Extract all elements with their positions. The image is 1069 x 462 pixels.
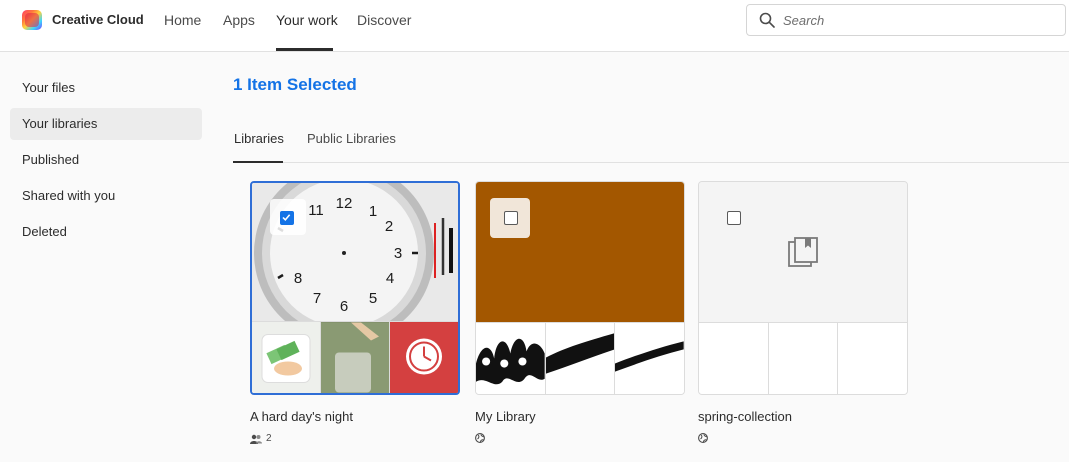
- library-meta: [475, 433, 485, 443]
- library-name[interactable]: My Library: [475, 409, 536, 424]
- sidebar-item-deleted[interactable]: Deleted: [10, 216, 202, 248]
- nav-discover[interactable]: Discover: [357, 12, 411, 28]
- library-name[interactable]: A hard day's night: [250, 409, 353, 424]
- select-checkbox[interactable]: [280, 211, 294, 225]
- library-placeholder: [699, 182, 907, 322]
- sidebar-item-your-files[interactable]: Your files: [10, 72, 202, 104]
- red-clock-icon-image: [390, 322, 458, 393]
- sidebar: Your files Your libraries Published Shar…: [0, 52, 210, 462]
- sidebar-item-published[interactable]: Published: [10, 144, 202, 176]
- ink-splatter-brush: [476, 323, 546, 394]
- people-icon: [250, 434, 262, 444]
- creative-cloud-logo-icon[interactable]: [22, 10, 42, 30]
- library-card-my-library[interactable]: [475, 181, 685, 395]
- nav-your-work[interactable]: Your work: [276, 12, 338, 28]
- nav-home[interactable]: Home: [164, 12, 201, 28]
- library-thumbnails: [476, 322, 684, 394]
- library-name[interactable]: spring-collection: [698, 409, 792, 424]
- globe-icon: [475, 433, 485, 443]
- svg-text:5: 5: [369, 290, 377, 307]
- tab-public-libraries[interactable]: Public Libraries: [307, 131, 396, 146]
- empty-thumbnail: [768, 323, 839, 394]
- library-card-hard-days-night[interactable]: 12 1 2 3 4 5 6 7 8 11: [250, 181, 460, 395]
- checkmark-icon: [282, 214, 291, 222]
- thin-brush-stroke: [615, 323, 684, 394]
- library-card-spring-collection[interactable]: [698, 181, 908, 395]
- empty-thumbnail: [699, 323, 769, 394]
- select-checkbox[interactable]: [504, 211, 518, 225]
- svg-text:6: 6: [340, 298, 348, 315]
- svg-text:2: 2: [385, 218, 393, 235]
- coin-jar-image: [321, 322, 390, 393]
- library-icon: [788, 237, 818, 267]
- svg-text:1: 1: [369, 203, 377, 220]
- tab-libraries[interactable]: Libraries: [234, 131, 284, 146]
- library-meta: [698, 433, 708, 443]
- sidebar-item-shared-with-you[interactable]: Shared with you: [10, 180, 202, 212]
- empty-thumbnail: [838, 323, 907, 394]
- svg-text:8: 8: [294, 270, 302, 287]
- money-hand-image: [252, 322, 321, 393]
- library-meta: 2: [250, 433, 272, 444]
- search-icon: [759, 12, 775, 28]
- black-brush-stroke: [545, 323, 616, 394]
- svg-text:11: 11: [308, 202, 324, 219]
- select-checkbox[interactable]: [727, 211, 741, 225]
- brand-name[interactable]: Creative Cloud: [52, 12, 144, 27]
- collaborator-count: 2: [266, 433, 272, 444]
- library-thumbnails: [699, 322, 907, 394]
- selection-count-title: 1 Item Selected: [233, 75, 357, 94]
- nav-active-indicator: [276, 48, 333, 51]
- search-box[interactable]: [746, 4, 1066, 36]
- sidebar-item-your-libraries[interactable]: Your libraries: [10, 108, 202, 140]
- tab-divider: [233, 162, 1069, 163]
- tab-active-indicator: [233, 161, 283, 163]
- globe-icon: [698, 433, 708, 443]
- svg-text:4: 4: [386, 270, 394, 287]
- svg-text:3: 3: [394, 245, 402, 262]
- nav-apps[interactable]: Apps: [223, 12, 255, 28]
- svg-text:7: 7: [313, 290, 321, 307]
- search-input[interactable]: [783, 10, 1053, 30]
- top-header: Creative Cloud Home Apps Your work Disco…: [0, 0, 1069, 52]
- svg-text:12: 12: [336, 195, 353, 212]
- library-thumbnails: [252, 321, 458, 393]
